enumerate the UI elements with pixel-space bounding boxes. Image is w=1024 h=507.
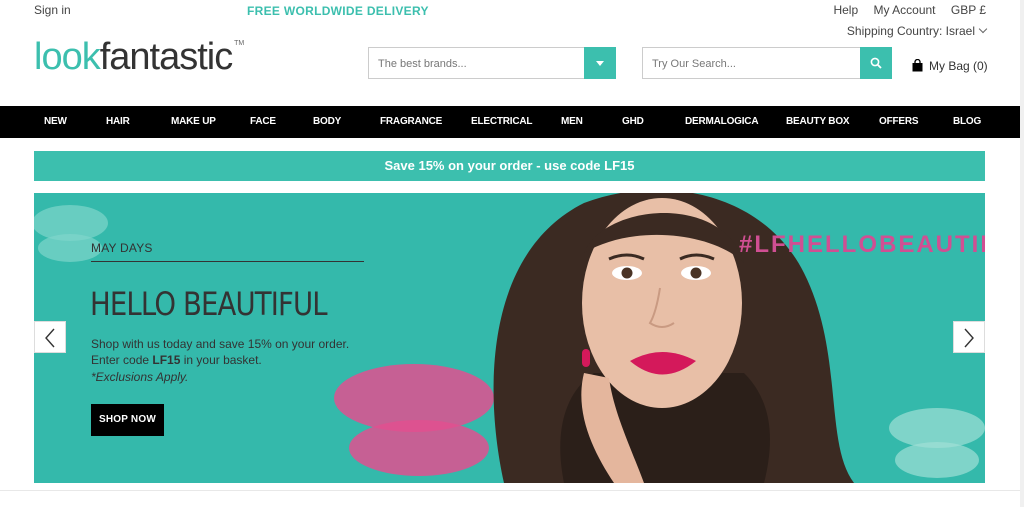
- hero-description-tail: in your basket.: [180, 353, 262, 367]
- chevron-right-icon: [964, 328, 974, 348]
- logo-look: look: [34, 36, 101, 78]
- my-bag-link[interactable]: My Bag (0): [912, 57, 988, 73]
- hero-carousel: MAY DAYS HELLO BEAUTIFUL Shop with us to…: [34, 193, 985, 483]
- help-link[interactable]: Help: [833, 3, 858, 17]
- nav-item-face[interactable]: FACE: [250, 116, 276, 127]
- nav-item-new[interactable]: NEW: [44, 116, 67, 127]
- nav-item-hair[interactable]: HAIR: [106, 116, 130, 127]
- nav-item-electrical[interactable]: ELECTRICAL: [471, 116, 533, 127]
- hero-eyebrow: MAY DAYS: [91, 241, 153, 255]
- hero-exclusions-note: *Exclusions Apply.: [91, 370, 189, 384]
- nav-item-beauty-box[interactable]: BEAUTY BOX: [786, 116, 850, 127]
- discount-banner[interactable]: Save 15% on your order - use code LF15: [34, 151, 985, 181]
- search-icon: [870, 57, 882, 69]
- brand-select[interactable]: The best brands...: [368, 47, 616, 79]
- free-delivery-promo[interactable]: FREE WORLDWIDE DELIVERY: [247, 4, 429, 18]
- search-placeholder: Try Our Search...: [652, 58, 736, 70]
- page: Sign in FREE WORLDWIDE DELIVERY Help My …: [0, 0, 1024, 507]
- nav-item-fragrance[interactable]: FRAGRANCE: [380, 116, 442, 127]
- carousel-next-button[interactable]: [953, 321, 985, 353]
- shipping-country-selector[interactable]: Shipping Country: Israel: [846, 24, 988, 38]
- shop-now-button[interactable]: SHOP NOW: [91, 404, 164, 436]
- sign-in-link[interactable]: Sign in: [34, 3, 71, 17]
- nav-item-body[interactable]: BODY: [313, 116, 341, 127]
- logo-trademark: TM: [234, 40, 245, 47]
- my-account-link[interactable]: My Account: [873, 3, 935, 17]
- promo-code: LF15: [152, 353, 181, 367]
- chevron-down-icon: [978, 24, 988, 34]
- brand-select-placeholder: The best brands...: [378, 58, 467, 70]
- chevron-left-icon: [45, 328, 55, 348]
- hero-description: Shop with us today and save 15% on your …: [91, 336, 381, 368]
- hero-hashtag: #LFHELLOBEAUTIFUL: [739, 231, 985, 258]
- nav-item-offers[interactable]: OFFERS: [879, 116, 919, 127]
- hero-divider: [91, 261, 364, 262]
- shipping-country-label: Shipping Country: Israel: [846, 24, 975, 38]
- hero-title: HELLO BEAUTIFUL: [90, 285, 328, 323]
- nav-item-men[interactable]: MEN: [561, 116, 583, 127]
- caret-down-icon: [596, 61, 604, 66]
- nav-item-dermalogica[interactable]: DERMALOGICA: [685, 116, 759, 127]
- currency-selector[interactable]: GBP £: [951, 3, 986, 17]
- search-input[interactable]: Try Our Search...: [642, 47, 892, 79]
- nav-item-makeup[interactable]: MAKE UP: [171, 116, 216, 127]
- scrollbar[interactable]: [1020, 0, 1024, 507]
- utility-links: Help My Account GBP £: [821, 3, 986, 17]
- nav-item-ghd[interactable]: GHD: [622, 116, 644, 127]
- search-button[interactable]: [860, 47, 892, 79]
- section-divider: [0, 490, 1020, 491]
- site-logo[interactable]: lookfantastic TM: [34, 36, 244, 78]
- carousel-prev-button[interactable]: [34, 321, 66, 353]
- main-navigation: NEW HAIR MAKE UP FACE BODY FRAGRANCE ELE…: [0, 106, 1024, 138]
- utility-bar: Sign in FREE WORLDWIDE DELIVERY Help My …: [0, 0, 1024, 22]
- brand-dropdown-button[interactable]: [584, 47, 616, 79]
- lip-print-decoration: [889, 408, 985, 478]
- shopping-bag-icon: [912, 58, 923, 72]
- logo-fantastic: fantastic: [99, 36, 234, 78]
- my-bag-label: My Bag (0): [929, 59, 988, 73]
- nav-item-blog[interactable]: BLOG: [953, 116, 981, 127]
